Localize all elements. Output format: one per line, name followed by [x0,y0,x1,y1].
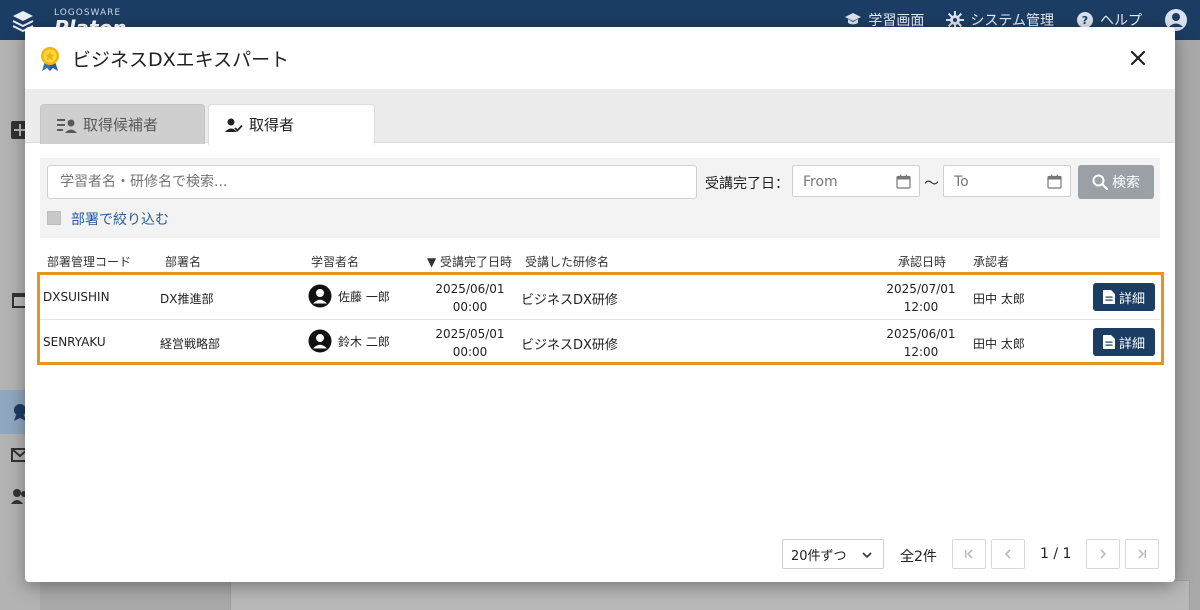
dept-filter-checkbox[interactable] [47,211,61,225]
candidates-icon [57,118,77,133]
chevron-down-icon [862,552,872,559]
calendar-icon [896,174,911,189]
per-page-value: 20件ずつ [791,548,847,564]
completion-date-label: 受講完了日： [705,176,789,192]
page-indicator: 1 / 1 [1040,546,1072,562]
col-header-completed[interactable]: ▼ 受講完了日時 [427,253,512,270]
tab-candidates-label: 取得候補者 [83,116,159,134]
close-icon [1130,50,1146,66]
acquirers-icon [225,118,243,132]
award-icon [41,47,59,71]
col-header-course[interactable]: 受講した研修名 [525,253,609,270]
search-button-label: 検索 [1112,175,1140,191]
last-page-button[interactable] [1125,539,1159,569]
close-button[interactable] [1125,45,1151,71]
search-icon [1092,174,1108,190]
graduation-cap-icon [845,13,862,25]
first-page-icon [965,549,973,559]
prev-page-icon [1004,549,1011,559]
rows-highlight-box [37,272,1164,365]
svg-text:?: ? [1082,14,1088,27]
total-count: 全2件 [900,549,937,565]
background-card [230,580,1190,610]
col-header-approver[interactable]: 承認者 [973,253,1009,270]
search-input[interactable] [47,165,697,199]
per-page-select[interactable]: 20件ずつ [782,539,884,569]
search-panel: 受講完了日： From ～ To 検索 部署で絞り込む [40,158,1160,238]
tab-acquirers-label: 取得者 [249,116,295,134]
modal-title: ビジネスDXエキスパート [72,49,290,71]
date-from-input[interactable]: From [792,165,920,197]
col-header-learner[interactable]: 学習者名 [311,253,359,270]
search-button[interactable]: 検索 [1078,165,1154,199]
certification-modal: ビジネスDXエキスパート 取得候補者 取得者 受講完了日： From ～ To … [25,27,1175,582]
col-header-approved[interactable]: 承認日時 [898,253,946,270]
first-page-button[interactable] [952,539,986,569]
dept-filter-label[interactable]: 部署で絞り込む [71,209,169,229]
date-range-separator: ～ [924,174,940,192]
modal-header: ビジネスDXエキスパート [25,27,1175,89]
date-to-placeholder: To [954,174,969,190]
table-header: 部署管理コード 部署名 学習者名 ▼ 受講完了日時 受講した研修名 承認日時 承… [25,246,1175,274]
last-page-icon [1138,549,1146,559]
prev-page-button[interactable] [991,539,1025,569]
tab-candidates[interactable]: 取得候補者 [40,104,205,144]
calendar-icon [1047,174,1062,189]
col-header-dept-name[interactable]: 部署名 [165,253,201,270]
next-page-icon [1100,549,1107,559]
pagination: 20件ずつ 全2件 1 / 1 [25,537,1175,571]
col-header-dept-code[interactable]: 部署管理コード [47,253,131,270]
date-to-input[interactable]: To [943,165,1071,197]
date-from-placeholder: From [803,174,838,190]
tab-bar: 取得候補者 取得者 [25,89,1175,145]
tab-acquirers[interactable]: 取得者 [208,104,375,145]
next-page-button[interactable] [1086,539,1120,569]
